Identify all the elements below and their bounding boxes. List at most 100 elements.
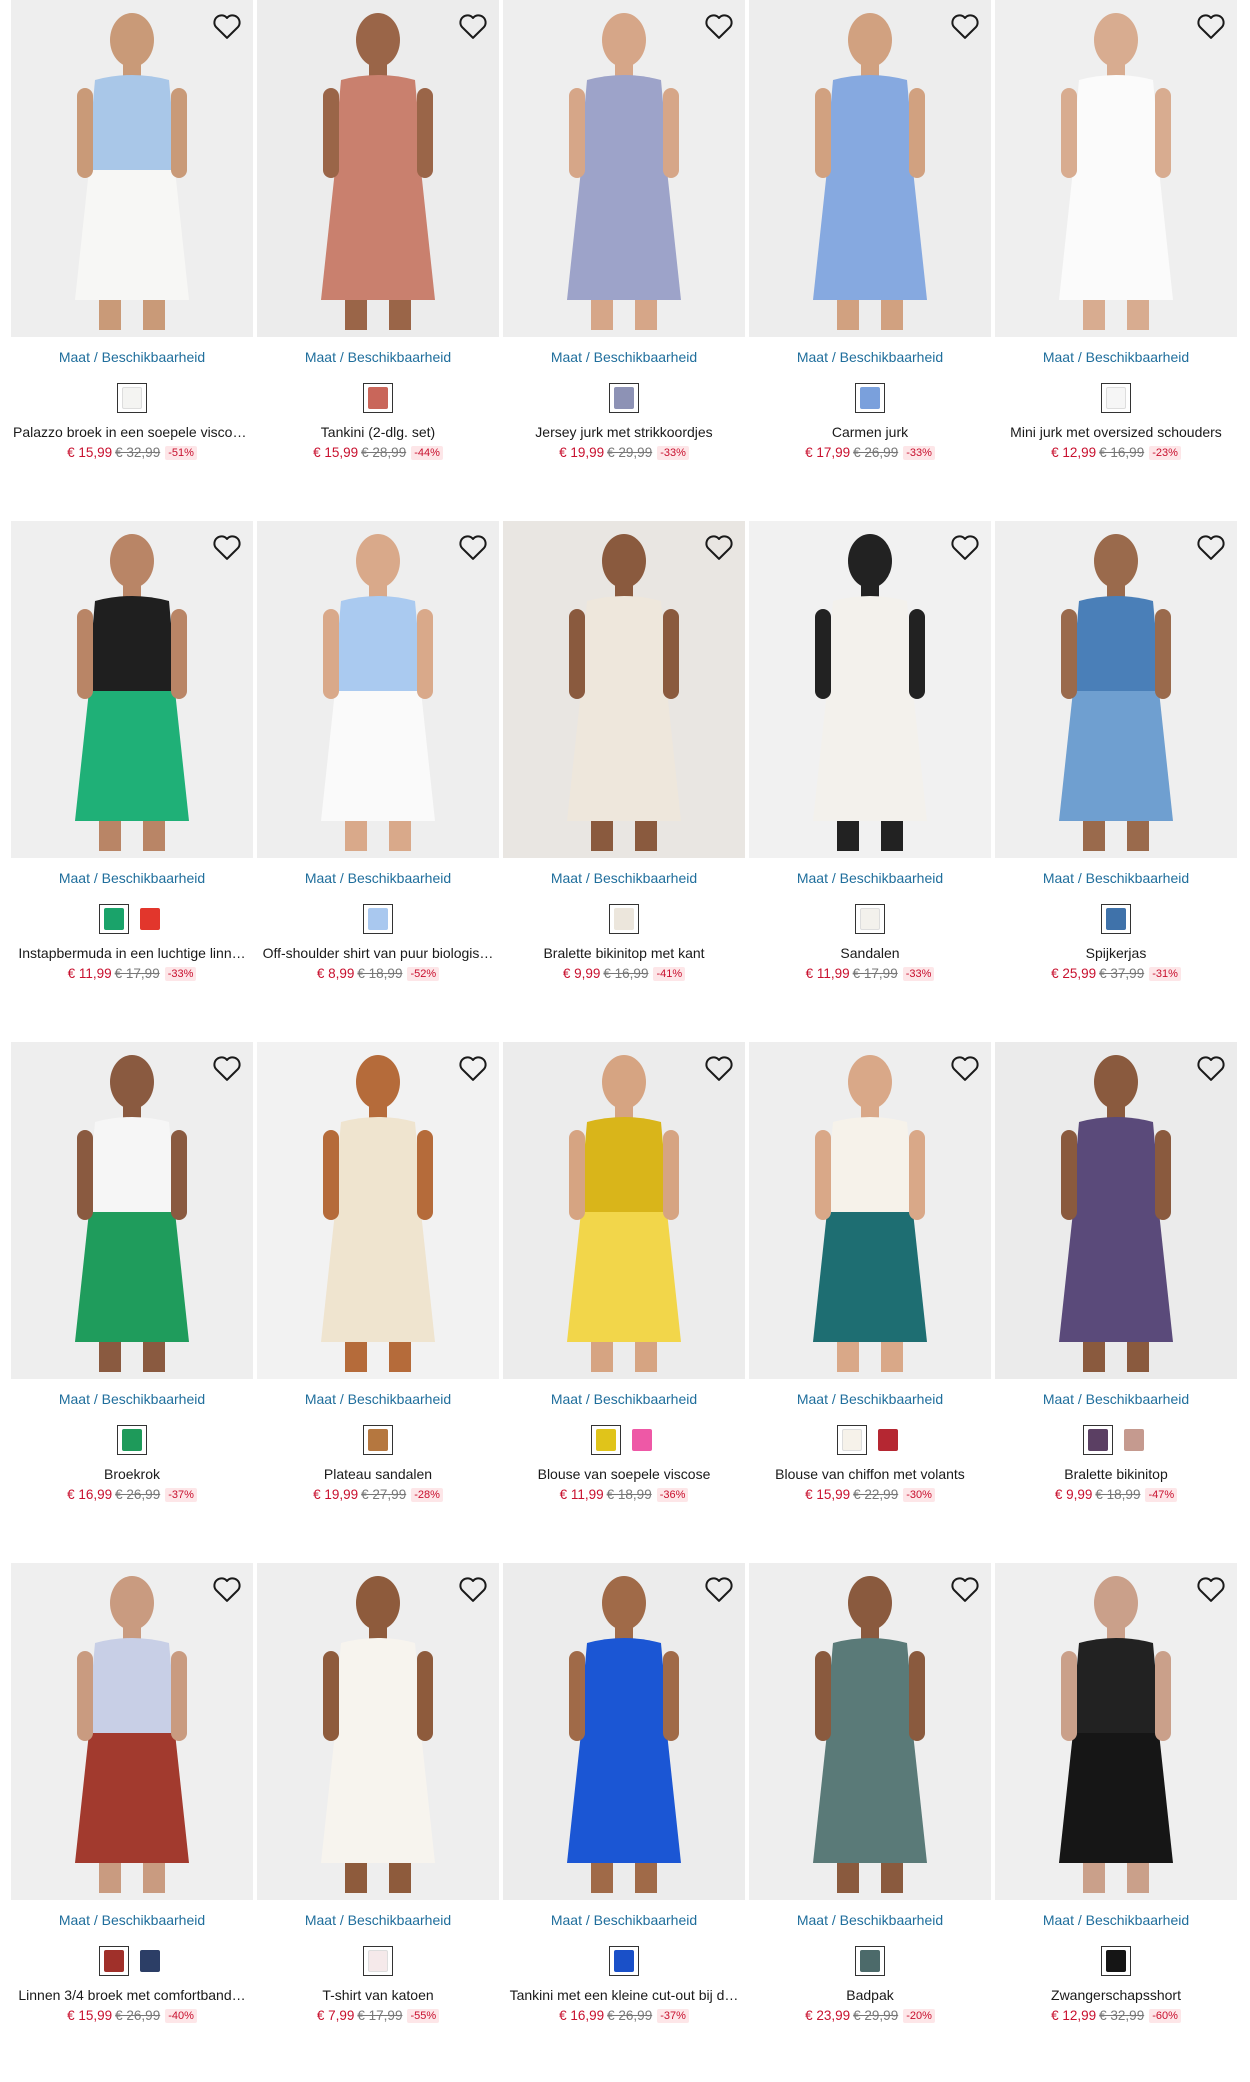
product-image[interactable]: [995, 521, 1237, 858]
product-card[interactable]: Maat / Beschikbaarheid Sandalen € 11,99 € 1…: [749, 521, 991, 1042]
product-card[interactable]: Maat / Beschikbaarheid Spijkerjas € 25,99 €…: [995, 521, 1237, 1042]
heart-outline-icon[interactable]: [211, 1052, 243, 1084]
size-availability-link[interactable]: Maat / Beschikbaarheid: [257, 349, 499, 365]
heart-outline-icon[interactable]: [949, 10, 981, 42]
product-image[interactable]: [257, 1563, 499, 1900]
color-swatch[interactable]: [855, 383, 885, 413]
product-name[interactable]: Linnen 3/4 broek met comfortband…: [11, 1987, 253, 2003]
color-swatch[interactable]: [363, 1946, 393, 1976]
product-name[interactable]: Palazzo broek in een soepele viscos…: [11, 424, 253, 440]
product-name[interactable]: Tankini (2-dlg. set): [257, 424, 499, 440]
product-name[interactable]: Sandalen: [749, 945, 991, 961]
size-availability-link[interactable]: Maat / Beschikbaarheid: [995, 349, 1237, 365]
size-availability-link[interactable]: Maat / Beschikbaarheid: [749, 1912, 991, 1928]
size-availability-link[interactable]: Maat / Beschikbaarheid: [11, 870, 253, 886]
color-swatch[interactable]: [837, 1425, 867, 1455]
product-image[interactable]: [11, 1042, 253, 1379]
color-swatch[interactable]: [363, 904, 393, 934]
product-card[interactable]: Maat / Beschikbaarheid Palazzo broek in e…: [11, 0, 253, 521]
color-swatch[interactable]: [1101, 904, 1131, 934]
color-swatch[interactable]: [135, 904, 165, 934]
color-swatch[interactable]: [117, 1425, 147, 1455]
color-swatch[interactable]: [609, 383, 639, 413]
product-name[interactable]: T-shirt van katoen: [257, 1987, 499, 2003]
heart-outline-icon[interactable]: [1195, 1052, 1227, 1084]
product-image[interactable]: [503, 521, 745, 858]
size-availability-link[interactable]: Maat / Beschikbaarheid: [749, 349, 991, 365]
color-swatch[interactable]: [99, 1946, 129, 1976]
product-card[interactable]: Maat / Beschikbaarheid Linnen 3/4 broek m…: [11, 1563, 253, 2082]
color-swatch[interactable]: [855, 1946, 885, 1976]
product-card[interactable]: Maat / Beschikbaarheid Tankini met een kl…: [503, 1563, 745, 2082]
product-card[interactable]: Maat / Beschikbaarheid Mini jurk met over…: [995, 0, 1237, 521]
size-availability-link[interactable]: Maat / Beschikbaarheid: [749, 870, 991, 886]
heart-outline-icon[interactable]: [1195, 531, 1227, 563]
product-image[interactable]: [995, 1563, 1237, 1900]
color-swatch[interactable]: [627, 1425, 657, 1455]
product-image[interactable]: [749, 521, 991, 858]
product-image[interactable]: [11, 521, 253, 858]
product-image[interactable]: [749, 1563, 991, 1900]
heart-outline-icon[interactable]: [457, 531, 489, 563]
product-name[interactable]: Carmen jurk: [749, 424, 991, 440]
product-name[interactable]: Blouse van soepele viscose: [503, 1466, 745, 1482]
product-card[interactable]: Maat / Beschikbaarheid T-shirt van katoen…: [257, 1563, 499, 2082]
color-swatch[interactable]: [117, 383, 147, 413]
product-card[interactable]: Maat / Beschikbaarheid Plateau sandalen € …: [257, 1042, 499, 1563]
product-name[interactable]: Off-shoulder shirt van puur biologis…: [257, 945, 499, 961]
color-swatch[interactable]: [1101, 383, 1131, 413]
size-availability-link[interactable]: Maat / Beschikbaarheid: [11, 1391, 253, 1407]
product-image[interactable]: [749, 0, 991, 337]
product-image[interactable]: [995, 1042, 1237, 1379]
heart-outline-icon[interactable]: [949, 1052, 981, 1084]
heart-outline-icon[interactable]: [703, 10, 735, 42]
product-image[interactable]: [257, 521, 499, 858]
size-availability-link[interactable]: Maat / Beschikbaarheid: [749, 1391, 991, 1407]
color-swatch[interactable]: [591, 1425, 621, 1455]
size-availability-link[interactable]: Maat / Beschikbaarheid: [503, 870, 745, 886]
size-availability-link[interactable]: Maat / Beschikbaarheid: [11, 349, 253, 365]
heart-outline-icon[interactable]: [949, 531, 981, 563]
product-name[interactable]: Jersey jurk met strikkoordjes: [503, 424, 745, 440]
color-swatch[interactable]: [363, 1425, 393, 1455]
size-availability-link[interactable]: Maat / Beschikbaarheid: [995, 1391, 1237, 1407]
color-swatch[interactable]: [609, 904, 639, 934]
color-swatch[interactable]: [855, 904, 885, 934]
heart-outline-icon[interactable]: [949, 1573, 981, 1605]
color-swatch[interactable]: [99, 904, 129, 934]
product-name[interactable]: Zwangerschapsshort: [995, 1987, 1237, 2003]
product-card[interactable]: Maat / Beschikbaarheid Jersey jurk met st…: [503, 0, 745, 521]
product-card[interactable]: Maat / Beschikbaarheid Carmen jurk € 17,99…: [749, 0, 991, 521]
product-name[interactable]: Mini jurk met oversized schouders: [995, 424, 1237, 440]
product-card[interactable]: Maat / Beschikbaarheid Tankini (2-dlg. se…: [257, 0, 499, 521]
product-name[interactable]: Spijkerjas: [995, 945, 1237, 961]
product-name[interactable]: Bralette bikinitop: [995, 1466, 1237, 1482]
product-name[interactable]: Blouse van chiffon met volants: [749, 1466, 991, 1482]
color-swatch[interactable]: [873, 1425, 903, 1455]
color-swatch[interactable]: [609, 1946, 639, 1976]
heart-outline-icon[interactable]: [457, 10, 489, 42]
color-swatch[interactable]: [1119, 1425, 1149, 1455]
product-name[interactable]: Broekrok: [11, 1466, 253, 1482]
size-availability-link[interactable]: Maat / Beschikbaarheid: [995, 870, 1237, 886]
product-image[interactable]: [11, 0, 253, 337]
product-image[interactable]: [257, 0, 499, 337]
heart-outline-icon[interactable]: [211, 10, 243, 42]
size-availability-link[interactable]: Maat / Beschikbaarheid: [503, 1391, 745, 1407]
heart-outline-icon[interactable]: [211, 531, 243, 563]
color-swatch[interactable]: [1101, 1946, 1131, 1976]
heart-outline-icon[interactable]: [457, 1052, 489, 1084]
heart-outline-icon[interactable]: [1195, 1573, 1227, 1605]
product-image[interactable]: [503, 0, 745, 337]
product-card[interactable]: Maat / Beschikbaarheid Bralette bikinitop…: [995, 1042, 1237, 1563]
product-card[interactable]: Maat / Beschikbaarheid Off-shoulder shirt…: [257, 521, 499, 1042]
product-image[interactable]: [503, 1563, 745, 1900]
product-name[interactable]: Bralette bikinitop met kant: [503, 945, 745, 961]
product-card[interactable]: Maat / Beschikbaarheid Blouse van soepele…: [503, 1042, 745, 1563]
heart-outline-icon[interactable]: [703, 1573, 735, 1605]
size-availability-link[interactable]: Maat / Beschikbaarheid: [257, 1391, 499, 1407]
heart-outline-icon[interactable]: [211, 1573, 243, 1605]
size-availability-link[interactable]: Maat / Beschikbaarheid: [503, 1912, 745, 1928]
color-swatch[interactable]: [1083, 1425, 1113, 1455]
size-availability-link[interactable]: Maat / Beschikbaarheid: [11, 1912, 253, 1928]
